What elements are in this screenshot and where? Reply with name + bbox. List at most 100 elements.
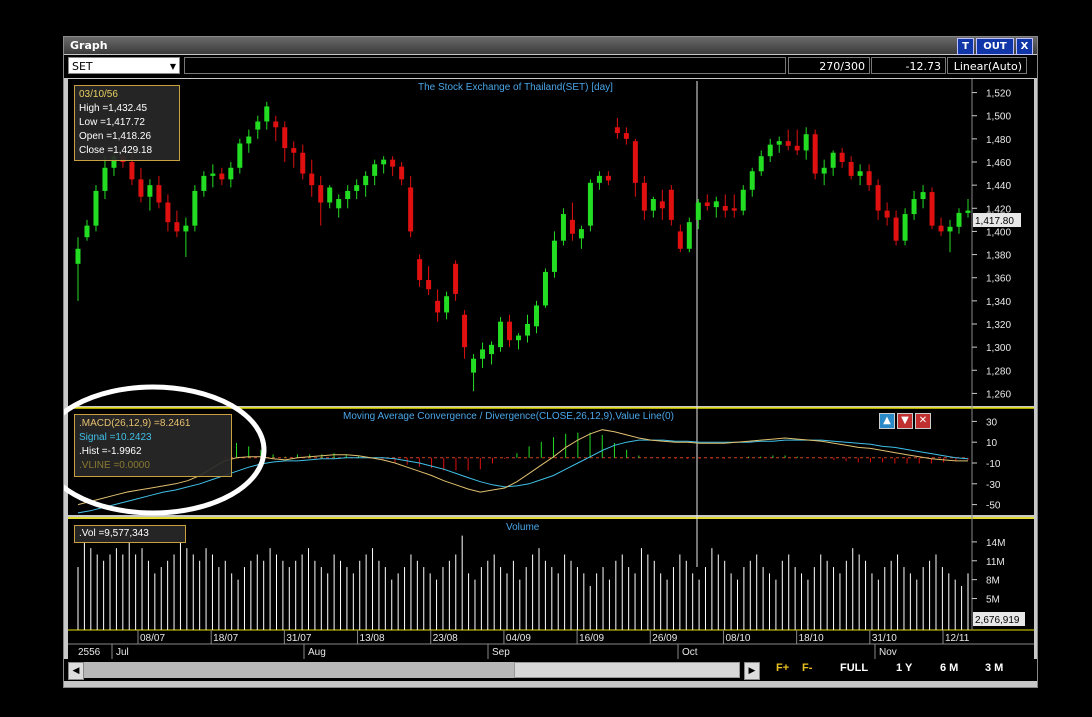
candle-body: [228, 167, 234, 180]
candle-body: [516, 335, 522, 341]
candle-body: [866, 171, 872, 186]
zoom-in-button[interactable]: F+: [776, 662, 789, 674]
candle-body: [524, 324, 530, 336]
candle-body: [444, 296, 450, 313]
candle-body: [183, 225, 189, 232]
month-tick-label: Nov: [879, 647, 897, 658]
date-tick-label: 31/07: [286, 633, 311, 644]
candle-body: [794, 145, 800, 151]
candle-body: [947, 226, 953, 232]
last-price-label: 1,417.80: [975, 216, 1014, 227]
price-tick-label: 1,400: [986, 227, 1011, 238]
last-volume-label: 2,676,919: [975, 615, 1020, 626]
candle-body: [237, 143, 243, 168]
candle-body: [803, 134, 809, 151]
candle-body: [812, 134, 818, 174]
candle-body: [435, 300, 441, 313]
volume-tick-label: 8M: [986, 576, 1000, 587]
candle-body: [480, 349, 486, 359]
range-full-button[interactable]: FULL: [840, 662, 868, 674]
range-6m-button[interactable]: 6 M: [940, 662, 958, 674]
year-label: 2556: [78, 647, 101, 658]
chart-canvas[interactable]: 1,5201,5001,4801,4601,4401,4201,4001,380…: [64, 37, 1037, 687]
candle-body: [713, 201, 719, 208]
date-tick-label: 16/09: [579, 633, 604, 644]
candle-body: [507, 321, 513, 341]
candle-body: [695, 202, 701, 220]
candle-body: [291, 148, 297, 153]
candle-body: [929, 192, 935, 226]
candle-body: [309, 173, 315, 186]
zoom-out-button[interactable]: F-: [802, 662, 812, 674]
price-tick-label: 1,260: [986, 389, 1011, 400]
candle-body: [560, 214, 566, 241]
price-panel-title: The Stock Exchange of Thailand(SET) [day…: [418, 82, 613, 93]
candle-body: [821, 167, 827, 174]
price-tick-label: 1,460: [986, 158, 1011, 169]
macd-tick-label: -50: [986, 501, 1001, 512]
info-signal: Signal =10.2423: [79, 432, 152, 443]
candle-body: [498, 321, 504, 348]
candle-body: [956, 212, 962, 227]
candle-body: [381, 159, 387, 165]
candle-body: [210, 173, 216, 176]
candle-body: [102, 167, 108, 191]
date-tick-label: 13/08: [360, 633, 385, 644]
info-date: 03/10/56: [79, 89, 118, 100]
candle-body: [884, 210, 890, 218]
scroll-right-button[interactable]: ▶: [744, 662, 760, 680]
candle-body: [848, 162, 854, 176]
price-tick-label: 1,280: [986, 366, 1011, 377]
candle-body: [578, 229, 584, 239]
navigation-bar: ◀ ▶ F+ F- FULL 1 Y 6 M 3 M: [64, 659, 1037, 681]
candle-body: [399, 166, 405, 180]
candle-body: [300, 152, 306, 174]
macd-tick-label: -30: [986, 480, 1001, 491]
candle-body: [857, 171, 863, 176]
move-up-icon[interactable]: ▲: [879, 413, 895, 429]
candle-body: [363, 175, 369, 186]
candle-body: [533, 305, 539, 327]
scrollbar-thumb[interactable]: [514, 662, 740, 678]
date-tick-label: 08/10: [725, 633, 750, 644]
price-tick-label: 1,300: [986, 343, 1011, 354]
candle-body: [902, 214, 908, 241]
candle-body: [776, 141, 782, 145]
candle-body: [911, 199, 917, 215]
date-tick-label: 26/09: [652, 633, 677, 644]
candle-body: [264, 106, 270, 122]
scroll-left-button[interactable]: ◀: [68, 662, 84, 680]
candle-body: [722, 205, 728, 211]
candle-body: [587, 182, 593, 226]
info-open: Open =1,418.26: [79, 131, 152, 142]
range-3m-button[interactable]: 3 M: [985, 662, 1003, 674]
info-hist: .Hist =-1.9962: [79, 446, 142, 457]
candle-body: [920, 192, 926, 200]
month-tick-label: Aug: [308, 647, 326, 658]
date-tick-label: 18/07: [213, 633, 238, 644]
candle-body: [704, 202, 710, 206]
range-1y-button[interactable]: 1 Y: [896, 662, 912, 674]
volume-tick-label: 14M: [986, 538, 1005, 549]
date-tick-label: 08/07: [140, 633, 165, 644]
macd-info-box: .MACD(26,12,9) =8.2461 Signal =10.2423 .…: [74, 414, 232, 477]
move-down-icon[interactable]: ▼: [897, 413, 913, 429]
price-tick-label: 1,440: [986, 181, 1011, 192]
candle-body: [830, 152, 836, 168]
candle-body: [273, 121, 279, 128]
panel-close-icon[interactable]: ✕: [915, 413, 931, 429]
candle-body: [138, 179, 144, 197]
candle-body: [605, 175, 611, 181]
info-close: Close =1,429.18: [79, 145, 153, 156]
candle-body: [345, 190, 351, 200]
volume-tick-label: 5M: [986, 595, 1000, 606]
candle-body: [749, 171, 755, 190]
candle-body: [938, 225, 944, 232]
candle-body: [246, 136, 252, 144]
volume-info-box: .Vol =9,577,343: [74, 525, 186, 543]
candle-body: [372, 164, 378, 176]
price-tick-label: 1,360: [986, 274, 1011, 285]
candle-body: [336, 199, 342, 209]
candle-body: [174, 222, 180, 232]
candle-body: [569, 219, 575, 234]
